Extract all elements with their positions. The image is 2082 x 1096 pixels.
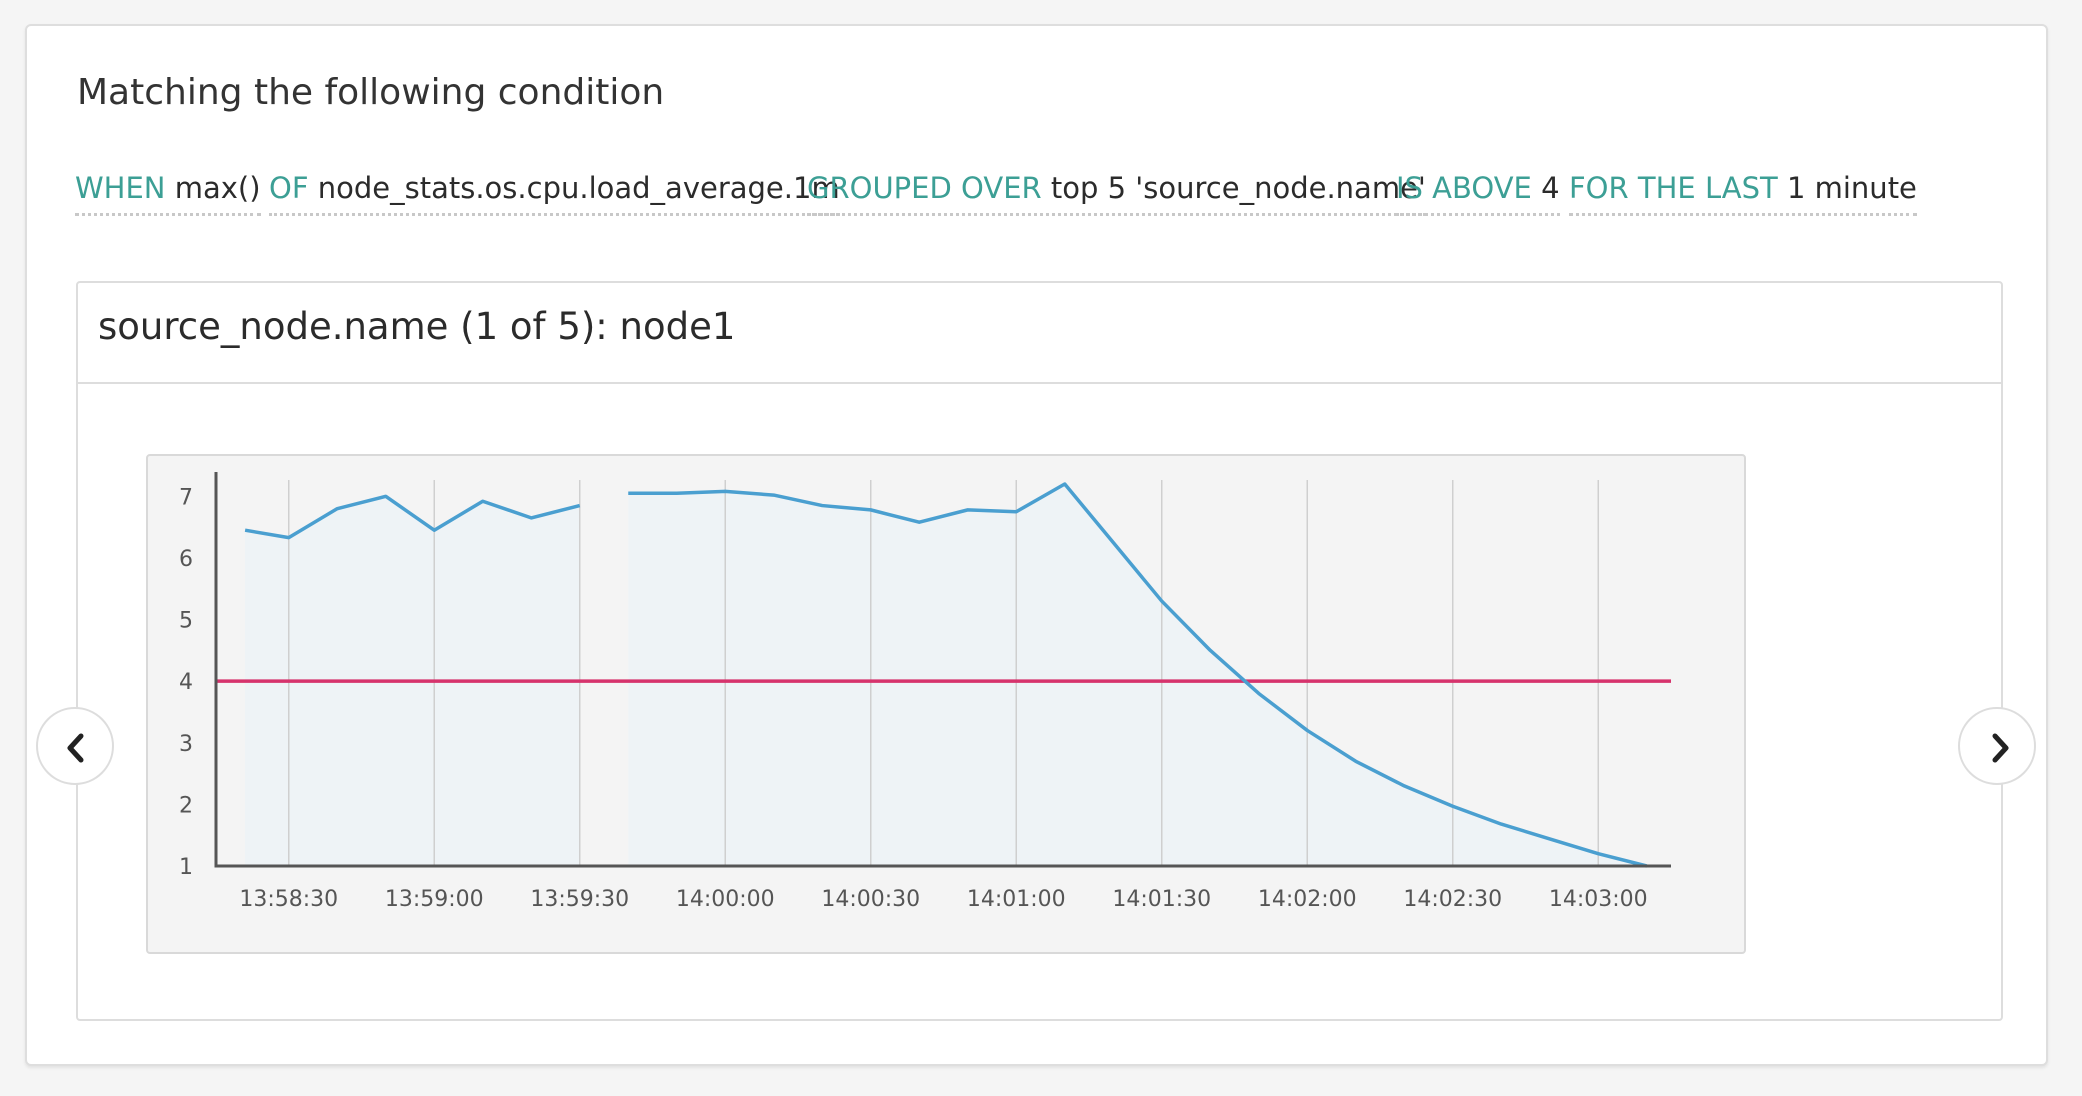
of-keyword: OF	[269, 171, 309, 205]
panel-title: source_node.name (1 of 5): node1	[98, 305, 736, 348]
next-button[interactable]	[1958, 707, 2036, 785]
y-tick-label: 5	[179, 609, 193, 634]
is-above-value: 4	[1541, 171, 1560, 205]
chevron-left-icon	[67, 733, 84, 763]
when-expression[interactable]: WHEN max()	[75, 166, 261, 216]
condition-card: Matching the following condition WHEN ma…	[25, 24, 2048, 1066]
panel-divider	[78, 382, 2001, 384]
x-tick-label: 14:00:30	[821, 887, 920, 912]
for-the-last-value: 1 minute	[1786, 171, 1917, 205]
of-value: node_stats.os.cpu.load_average.1m	[317, 171, 840, 205]
when-keyword: WHEN	[75, 171, 166, 205]
previous-button[interactable]	[36, 707, 114, 785]
y-tick-label: 6	[179, 547, 193, 572]
chevron-right-icon	[1992, 733, 2009, 763]
grouped-over-value: top 5 'source_node.name'	[1050, 171, 1426, 205]
x-tick-label: 13:59:00	[385, 887, 484, 912]
is-above-keyword: IS ABOVE	[1396, 171, 1532, 205]
grouped-over-keyword: GROUPED OVER	[807, 171, 1042, 205]
chart-area: 1 2 3 4 5 6 7 13:58:30 13:59:00 13:59:30 14:00:00 1…	[146, 454, 1746, 954]
for-the-last-keyword: FOR THE LAST	[1569, 171, 1778, 205]
y-tick-label: 2	[179, 793, 193, 818]
x-tick-label: 14:02:00	[1258, 887, 1357, 912]
x-tick-label: 13:59:30	[530, 887, 629, 912]
y-tick-label: 3	[179, 732, 193, 757]
x-tick-label: 14:01:00	[967, 887, 1066, 912]
line-chart: 1 2 3 4 5 6 7 13:58:30 13:59:00 13:59:30 14:00:00 1…	[179, 472, 1671, 912]
x-tick-label: 14:00:00	[676, 887, 775, 912]
x-tick-label: 14:02:30	[1403, 887, 1502, 912]
y-tick-label: 7	[179, 485, 193, 510]
grouped-over-expression[interactable]: GROUPED OVER top 5 'source_node.name'	[807, 166, 1426, 216]
threshold-expression[interactable]: IS ABOVE 4	[1396, 166, 1560, 216]
time-window-expression[interactable]: FOR THE LAST 1 minute	[1569, 166, 1917, 216]
section-heading: Matching the following condition	[77, 72, 665, 113]
x-tick-label: 14:03:00	[1549, 887, 1648, 912]
chart-panel: source_node.name (1 of 5): node1 1 2 3 4 5 6 7…	[76, 281, 2003, 1021]
y-tick-label: 1	[179, 855, 193, 880]
x-tick-label: 14:01:30	[1112, 887, 1211, 912]
series-area-fill	[628, 484, 1647, 866]
of-expression[interactable]: OF node_stats.os.cpu.load_average.1m	[269, 166, 840, 216]
x-tick-label: 13:58:30	[239, 887, 338, 912]
y-tick-label: 4	[179, 670, 193, 695]
when-value: max()	[174, 171, 261, 205]
